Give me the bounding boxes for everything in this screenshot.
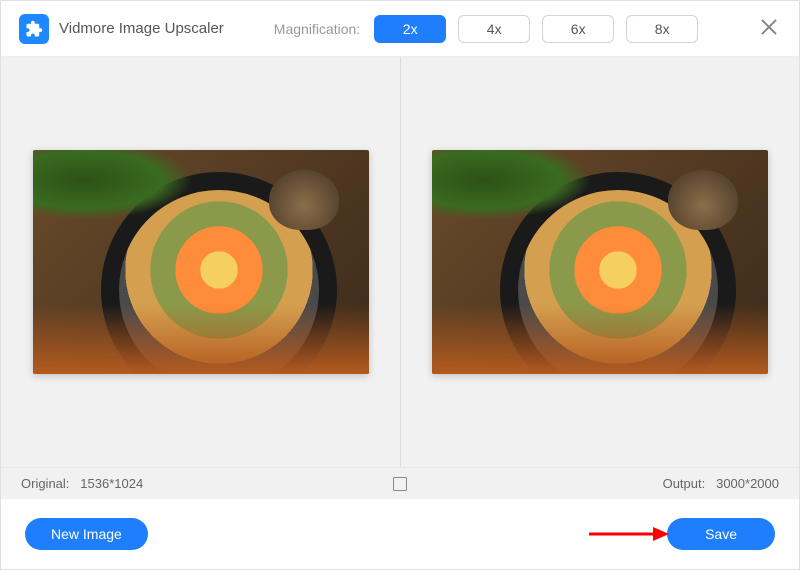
preview-area bbox=[1, 57, 799, 467]
magnification-label: Magnification: bbox=[274, 21, 360, 37]
magnification-8x-button[interactable]: 8x bbox=[626, 15, 698, 43]
app-window: Vidmore Image Upscaler Magnification: 2x… bbox=[0, 0, 800, 570]
output-preview-pane bbox=[400, 57, 799, 467]
save-button[interactable]: Save bbox=[667, 518, 775, 550]
output-size-text: Output: 3000*2000 bbox=[663, 476, 779, 491]
original-size-text: Original: 1536*1024 bbox=[21, 476, 143, 491]
arrow-annotation-icon bbox=[589, 524, 669, 544]
puzzle-icon bbox=[25, 20, 43, 38]
original-preview-pane bbox=[1, 57, 400, 467]
app-logo bbox=[19, 14, 49, 44]
header-bar: Vidmore Image Upscaler Magnification: 2x… bbox=[1, 1, 799, 57]
footer-bar: New Image Save bbox=[1, 499, 799, 569]
app-title: Vidmore Image Upscaler bbox=[59, 20, 224, 37]
magnification-2x-button[interactable]: 2x bbox=[374, 15, 446, 43]
original-image bbox=[33, 150, 369, 374]
fit-window-icon[interactable] bbox=[393, 477, 407, 491]
magnification-group: 2x 4x 6x 8x bbox=[374, 15, 698, 43]
new-image-button[interactable]: New Image bbox=[25, 518, 148, 550]
magnification-4x-button[interactable]: 4x bbox=[458, 15, 530, 43]
close-icon[interactable] bbox=[757, 15, 781, 39]
output-image bbox=[432, 150, 768, 374]
magnification-6x-button[interactable]: 6x bbox=[542, 15, 614, 43]
info-bar: Original: 1536*1024 Output: 3000*2000 bbox=[1, 467, 799, 499]
